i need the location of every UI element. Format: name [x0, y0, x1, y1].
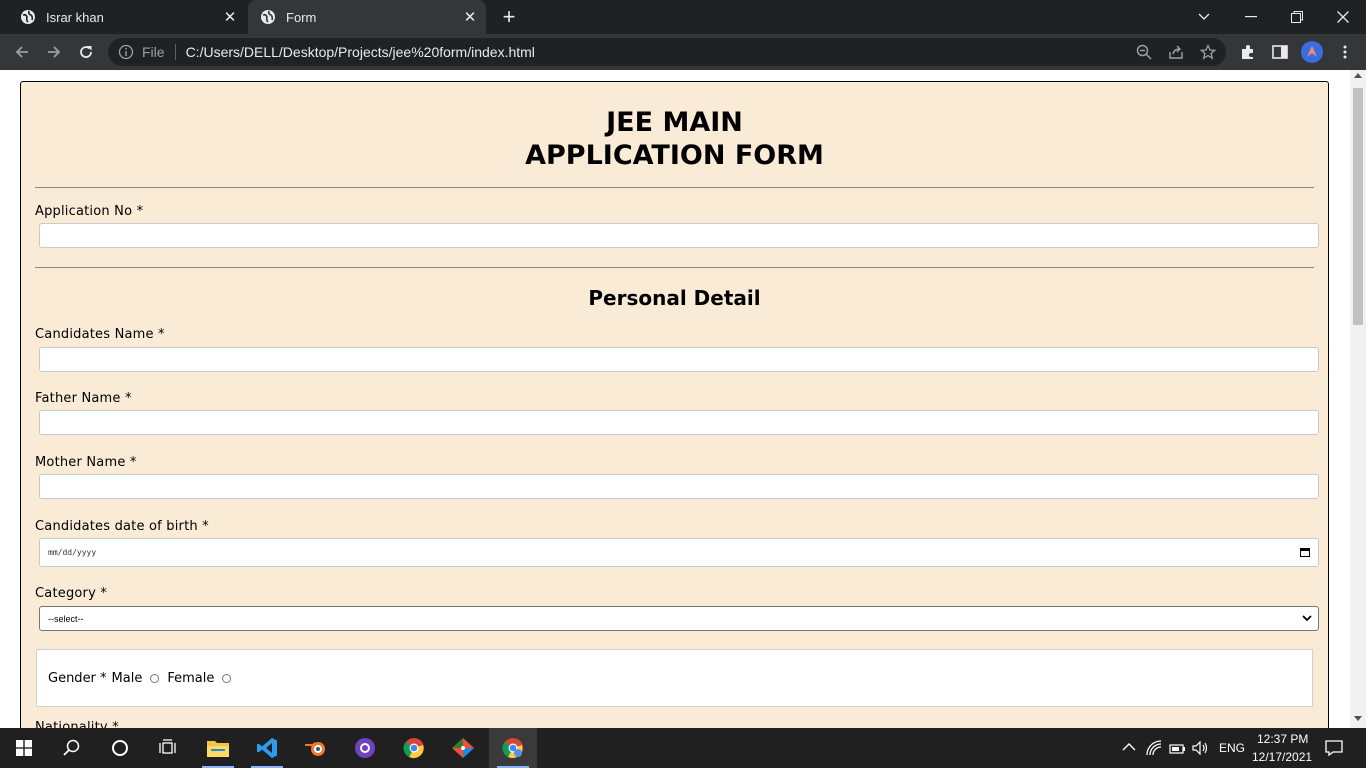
forward-icon[interactable]: [42, 40, 66, 64]
new-tab-button[interactable]: +: [498, 6, 520, 29]
extensions-puzzle-icon[interactable]: [1240, 44, 1256, 60]
mother-name-label: Mother Name *: [35, 455, 137, 470]
close-tab-icon[interactable]: ✕: [462, 9, 478, 26]
scrollbar-thumb[interactable]: [1353, 88, 1363, 325]
clock-date[interactable]: 12/17/2021: [1252, 750, 1312, 764]
gender-fieldset: Gender * Male Female: [36, 649, 1313, 707]
page-viewport: JEE MAIN APPLICATION FORM Application No…: [0, 70, 1350, 728]
application-no-input[interactable]: [39, 223, 1319, 248]
address-separator: [174, 44, 176, 60]
section-title-personal-detail: Personal Detail: [588, 286, 761, 310]
father-name-input[interactable]: [39, 410, 1319, 435]
address-bar[interactable]: File C:/Users/DELL/Desktop/Projects/jee%…: [108, 38, 1226, 66]
dob-label: Candidates date of birth *: [35, 519, 209, 534]
vs-code-icon[interactable]: [243, 728, 291, 768]
minimize-icon[interactable]: [1228, 0, 1274, 34]
gender-option-female-label: Female: [167, 670, 215, 686]
application-no-label: Application No *: [35, 204, 144, 219]
side-panel-icon[interactable]: [1272, 44, 1288, 60]
divider: [35, 267, 1314, 268]
windows-taskbar: ENG 12:37 PM 12/17/2021: [0, 728, 1366, 768]
category-selected-value: --select--: [48, 613, 84, 624]
gender-female-radio[interactable]: [222, 673, 232, 683]
battery-icon[interactable]: [1169, 741, 1187, 755]
share-icon[interactable]: [1168, 44, 1184, 60]
scroll-down-arrow-icon[interactable]: [1354, 716, 1362, 721]
form-title-line2: APPLICATION FORM: [525, 140, 824, 171]
calendar-icon[interactable]: [1300, 548, 1310, 557]
zoom-icon[interactable]: [1136, 44, 1152, 60]
globe-icon: [261, 10, 275, 24]
volume-icon[interactable]: [1192, 741, 1210, 755]
menu-kebab-icon[interactable]: [1337, 44, 1353, 60]
form-title: JEE MAIN APPLICATION FORM: [21, 106, 1328, 172]
divider: [35, 187, 1314, 188]
browser-toolbar: File C:/Users/DELL/Desktop/Projects/jee%…: [0, 34, 1366, 70]
tab-form[interactable]: Form ✕: [248, 0, 486, 34]
nationality-label: Nationality *: [35, 720, 119, 728]
scroll-up-arrow-icon[interactable]: [1354, 73, 1362, 78]
vertical-scrollbar[interactable]: [1350, 70, 1366, 728]
tab-israr-khan[interactable]: Israr khan ✕: [8, 0, 246, 34]
mother-name-input[interactable]: [39, 474, 1319, 499]
tab-title: Israr khan: [46, 9, 104, 25]
wifi-icon[interactable]: [1146, 740, 1162, 756]
search-icon[interactable]: [48, 728, 96, 768]
tab-search-icon[interactable]: [1181, 0, 1227, 34]
browser-tab-strip: Israr khan ✕ Form ✕ +: [0, 0, 1366, 34]
dob-date-input[interactable]: mm/dd/yyyy: [39, 538, 1319, 567]
gender-label: Gender *: [48, 670, 107, 686]
tab-title: Form: [286, 9, 317, 25]
profile-avatar[interactable]: [1301, 41, 1323, 63]
chevron-down-icon: [1302, 615, 1312, 622]
git-icon[interactable]: [439, 728, 487, 768]
input-language[interactable]: ENG: [1219, 741, 1245, 755]
gender-option-male-label: Male: [111, 670, 143, 686]
father-name-label: Father Name *: [35, 391, 132, 406]
url-text[interactable]: C:/Users/DELL/Desktop/Projects/jee%20for…: [186, 44, 1226, 60]
candidate-name-input[interactable]: [39, 347, 1319, 372]
notifications-icon[interactable]: [1325, 740, 1343, 756]
show-hidden-icons-icon[interactable]: [1122, 742, 1136, 752]
form-title-line1: JEE MAIN: [606, 107, 743, 138]
windows-start-icon[interactable]: [0, 728, 48, 768]
bookmark-star-icon[interactable]: [1200, 44, 1216, 60]
close-tab-icon[interactable]: ✕: [222, 9, 238, 26]
info-icon[interactable]: [118, 44, 134, 60]
candidate-name-label: Candidates Name *: [35, 327, 165, 342]
dob-placeholder: mm/dd/yyyy: [48, 548, 97, 557]
chrome-icon[interactable]: [390, 728, 438, 768]
blender-icon[interactable]: [292, 728, 340, 768]
github-desktop-icon[interactable]: [341, 728, 389, 768]
reload-icon[interactable]: [74, 40, 98, 64]
gender-male-radio[interactable]: [150, 673, 160, 683]
category-select[interactable]: --select--: [39, 606, 1319, 631]
task-view-icon[interactable]: [144, 728, 192, 768]
scheme-label: File: [142, 44, 165, 60]
clock-time[interactable]: 12:37 PM: [1257, 732, 1308, 746]
globe-icon: [21, 10, 35, 24]
back-icon[interactable]: [10, 40, 34, 64]
cortana-icon[interactable]: [96, 728, 144, 768]
restore-icon[interactable]: [1274, 0, 1320, 34]
chrome-active-window-icon[interactable]: [489, 728, 537, 768]
close-window-icon[interactable]: [1320, 0, 1366, 34]
application-form: JEE MAIN APPLICATION FORM Application No…: [20, 81, 1329, 728]
file-explorer-icon[interactable]: [194, 728, 242, 768]
category-label: Category *: [35, 586, 108, 601]
